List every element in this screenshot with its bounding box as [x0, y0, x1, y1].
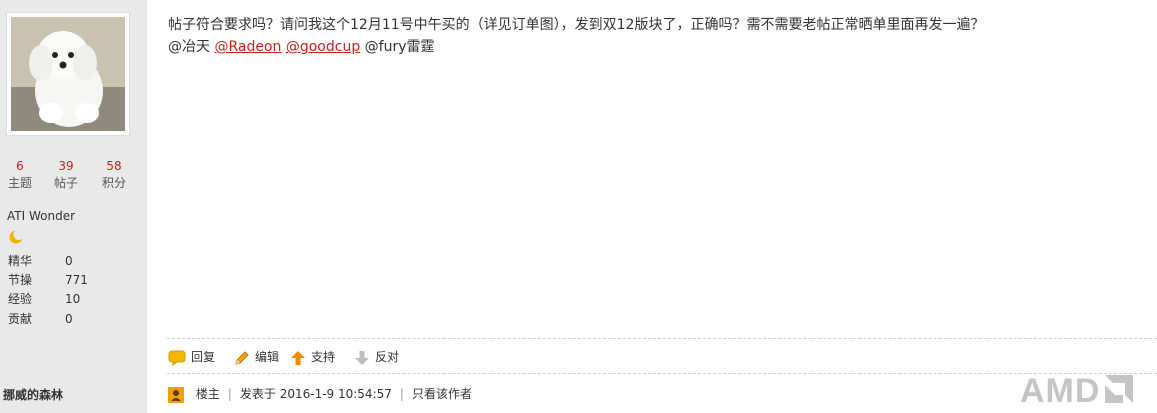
- post-time: 发表于 2016-1-9 10:54:57: [239, 387, 392, 401]
- post-mentions: @冶天 @Radeon @goodcup @fury雷霆: [168, 36, 1128, 58]
- stat-posts-count: 39: [58, 159, 74, 173]
- stat-points-label: 积分: [101, 176, 126, 190]
- detail-integrity-label: 节操: [8, 273, 33, 287]
- detail-digest: 精华 0: [8, 254, 73, 268]
- reply-label: 回复: [191, 350, 216, 364]
- mention-plain: @冶天: [168, 39, 210, 55]
- user-sidebar: 6 主题 39 帖子 58 积分 ATI Wonder 精华 0 节操 771 经验…: [0, 0, 147, 413]
- avatar-image: [11, 17, 125, 131]
- only-author-link[interactable]: 只看该作者: [412, 387, 472, 401]
- user-badge-icon: [168, 386, 184, 403]
- detail-digest-label: 精华: [8, 254, 33, 268]
- edit-label: 编辑: [255, 350, 280, 364]
- author-role: 楼主: [195, 387, 220, 401]
- support-label: 支持: [311, 350, 336, 364]
- oppose-label: 反对: [375, 350, 400, 364]
- speech-bubble-icon: [168, 350, 186, 366]
- stat-threads-label: 主题: [7, 176, 32, 190]
- detail-experience-label: 经验: [8, 292, 33, 306]
- pencil-icon: [235, 350, 249, 365]
- oppose-button[interactable]: 反对: [354, 347, 399, 367]
- detail-integrity-value: 771: [65, 273, 88, 287]
- detail-digest-value: 0: [65, 254, 73, 268]
- stat-points-count: 58: [106, 159, 122, 173]
- detail-contribution-label: 贡献: [8, 312, 33, 326]
- support-button[interactable]: 支持: [290, 347, 335, 367]
- arrow-down-icon: [355, 350, 369, 365]
- detail-experience: 经验 10: [8, 292, 80, 306]
- amd-logo-text: AMD: [1020, 372, 1101, 410]
- meta-separator: |: [227, 387, 232, 401]
- divider: [167, 373, 1157, 374]
- post-meta: 楼主 | 发表于 2016-1-9 10:54:57 | 只看该作者: [168, 384, 472, 404]
- amd-arrow-icon: [1105, 375, 1134, 403]
- stat-threads[interactable]: 6 主题: [0, 158, 40, 192]
- stat-posts[interactable]: 39 帖子: [46, 158, 86, 192]
- post-body: 帖子符合要求吗？请问我这个12月11号中午买的（详见订单图），发到双12版块了，…: [168, 14, 1128, 58]
- stat-points[interactable]: 58 积分: [94, 158, 134, 192]
- avatar[interactable]: [6, 12, 130, 136]
- reply-button[interactable]: 回复: [168, 347, 215, 367]
- user-group[interactable]: ATI Wonder: [7, 209, 75, 223]
- detail-integrity: 节操 771: [8, 273, 88, 287]
- arrow-up-icon: [291, 350, 305, 365]
- post-text-line: 帖子符合要求吗？请问我这个12月11号中午买的（详见订单图），发到双12版块了，…: [168, 17, 985, 33]
- detail-experience-value: 10: [65, 292, 81, 306]
- mention-plain-fury: @fury雷霆: [364, 39, 435, 55]
- meta-separator: |: [399, 387, 404, 401]
- username[interactable]: 挪威的森林: [3, 386, 63, 403]
- moon-icon: [8, 229, 25, 249]
- stat-posts-label: 帖子: [53, 176, 78, 190]
- detail-contribution-value: 0: [65, 312, 73, 326]
- mention-link-goodcup[interactable]: @goodcup: [286, 39, 360, 55]
- edit-button[interactable]: 编辑: [234, 347, 279, 367]
- mention-link-radeon[interactable]: @Radeon: [214, 39, 281, 55]
- amd-logo: AMD: [1020, 372, 1135, 410]
- divider: [167, 338, 1157, 339]
- stat-threads-count: 6: [16, 159, 24, 173]
- detail-contribution: 贡献 0: [8, 312, 73, 326]
